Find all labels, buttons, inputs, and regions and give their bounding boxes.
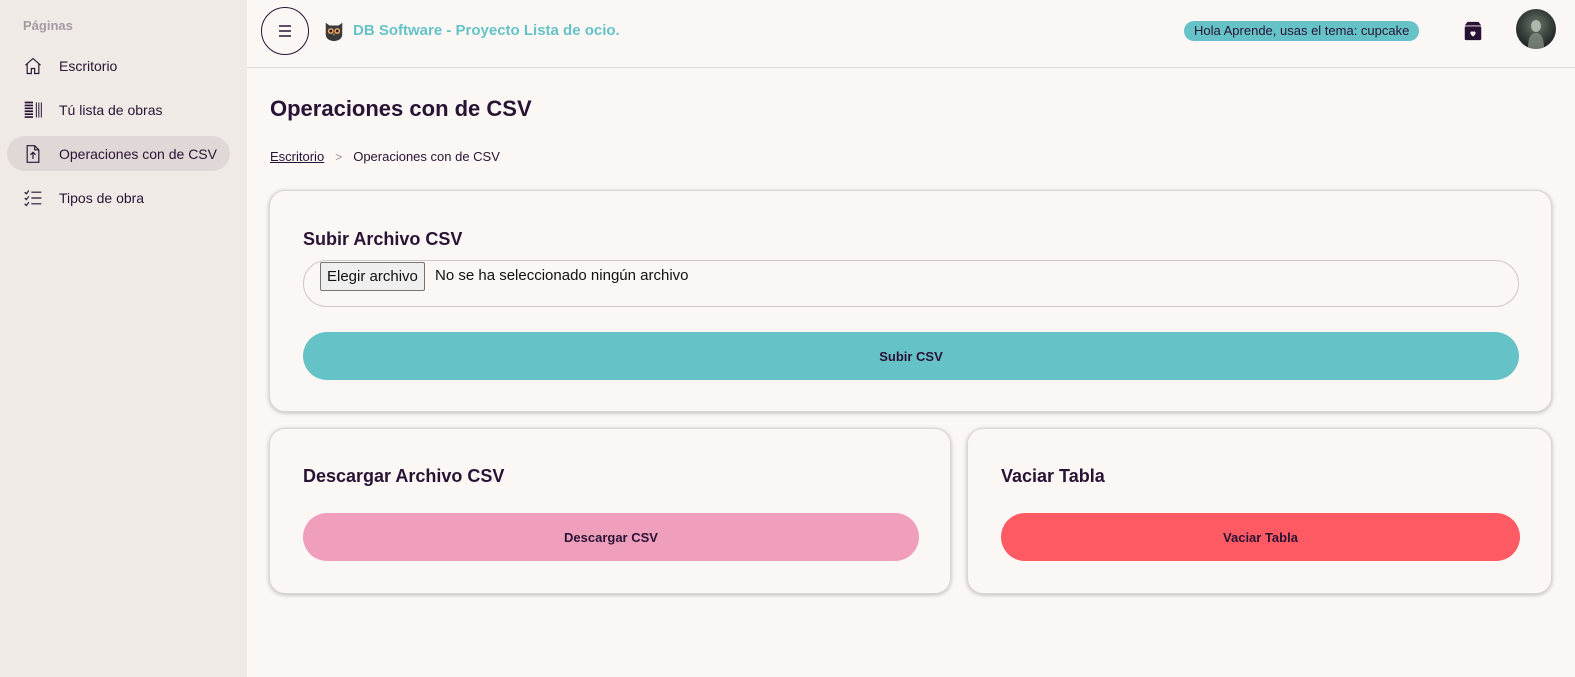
sidebar-item-lista-obras[interactable]: Tú lista de obras — [7, 92, 230, 127]
download-csv-button[interactable]: Descargar CSV — [303, 513, 919, 561]
file-input[interactable]: Elegir archivo No se ha seleccionado nin… — [303, 260, 1519, 307]
upload-csv-card: Subir Archivo CSV Elegir archivo No se h… — [269, 190, 1552, 412]
sidebar: Páginas Escritorio Tú lista de obras Ope… — [0, 0, 247, 677]
sidebar-item-operaciones-csv[interactable]: Operaciones con de CSV — [7, 136, 230, 171]
file-upload-icon — [22, 143, 44, 165]
top-bar: DB Software - Proyecto Lista de ocio. Ho… — [247, 0, 1575, 68]
sidebar-item-label: Operaciones con de CSV — [59, 145, 217, 162]
download-csv-card: Descargar Archivo CSV Descargar CSV — [269, 428, 951, 594]
clear-table-card: Vaciar Tabla Vaciar Tabla — [967, 428, 1552, 594]
menu-button[interactable] — [261, 7, 309, 55]
avatar-image — [1528, 20, 1544, 49]
hamburger-icon — [279, 25, 291, 37]
home-icon — [22, 55, 44, 77]
theme-box-icon — [1464, 21, 1482, 41]
sidebar-item-tipos-obra[interactable]: Tipos de obra — [7, 180, 230, 215]
avatar[interactable] — [1516, 9, 1556, 49]
theme-badge: Hola Aprende, usas el tema: cupcake — [1184, 21, 1420, 41]
sidebar-nav: Escritorio Tú lista de obras Operaciones… — [7, 48, 230, 224]
sidebar-item-label: Escritorio — [59, 57, 118, 74]
clear-card-title: Vaciar Tabla — [1001, 466, 1105, 486]
clear-table-button[interactable]: Vaciar Tabla — [1001, 513, 1520, 561]
owl-logo-icon — [325, 22, 343, 42]
upload-card-title: Subir Archivo CSV — [303, 229, 463, 249]
breadcrumb: Escritorio > Operaciones con de CSV — [270, 149, 500, 164]
sidebar-heading: Páginas — [23, 18, 73, 33]
list-icon — [22, 99, 44, 121]
theme-toggle-button[interactable] — [1460, 18, 1486, 44]
upload-csv-button[interactable]: Subir CSV — [303, 332, 1519, 380]
breadcrumb-home-link[interactable]: Escritorio — [270, 149, 324, 164]
checklist-icon — [22, 187, 44, 209]
breadcrumb-current: Operaciones con de CSV — [353, 149, 500, 164]
sidebar-item-label: Tipos de obra — [59, 189, 145, 206]
download-card-title: Descargar Archivo CSV — [303, 466, 505, 486]
sidebar-item-escritorio[interactable]: Escritorio — [7, 48, 230, 83]
app-title[interactable]: DB Software - Proyecto Lista de ocio. — [353, 22, 620, 39]
sidebar-item-label: Tú lista de obras — [59, 101, 163, 118]
file-status-text: No se ha seleccionado ningún archivo — [435, 267, 689, 284]
page-title: Operaciones con de CSV — [270, 96, 532, 121]
choose-file-button[interactable]: Elegir archivo — [320, 262, 425, 291]
breadcrumb-separator-icon: > — [335, 149, 343, 164]
